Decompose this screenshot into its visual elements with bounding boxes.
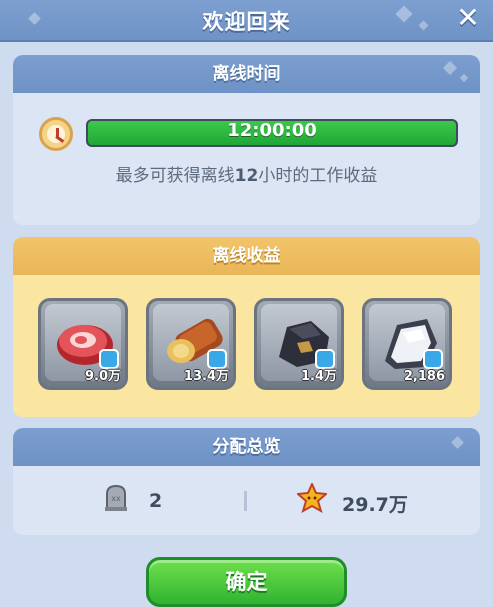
offline-income-title: 离线收益 — [212, 246, 281, 266]
resource-tile-stone[interactable]: 2,186 — [362, 298, 452, 390]
note-hours: 12 — [234, 166, 259, 186]
note-suffix: 小时的工作收益 — [258, 166, 378, 186]
resource-tile-coal[interactable]: 1.4万 — [254, 298, 344, 390]
note-prefix: 最多可获得离线 — [115, 166, 235, 186]
clock-hand — [55, 135, 65, 143]
shield-badge-icon — [423, 349, 443, 369]
offline-progress-bar: 12:00:00 — [86, 119, 458, 147]
tombstone-count: 2 — [149, 490, 163, 512]
svg-text:xx: xx — [111, 494, 121, 503]
panel-decoration — [451, 436, 464, 449]
offline-note: 最多可获得离线12小时的工作收益 — [13, 161, 480, 186]
star-value: 29.7万 — [342, 494, 408, 516]
allocation-title: 分配总览 — [212, 437, 281, 457]
tombstone-icon: xx — [105, 484, 127, 511]
clock-icon — [39, 117, 73, 151]
allocation-panel: 分配总览 xx 2 29.7万 — [13, 428, 480, 535]
star-icon — [297, 483, 327, 513]
offline-time-title: 离线时间 — [212, 64, 281, 84]
resource-amount: 1.4万 — [300, 369, 337, 384]
header-bar: 欢迎回来 ✕ — [0, 0, 493, 42]
page-title: 欢迎回来 — [202, 10, 291, 34]
resource-tile-meat[interactable]: 9.0万 — [38, 298, 128, 390]
panel-decoration — [459, 73, 469, 83]
panel-decoration — [442, 60, 458, 76]
offline-time-header: 离线时间 — [13, 55, 480, 93]
offline-income-header: 离线收益 — [13, 237, 480, 275]
offline-timer: 12:00:00 — [227, 120, 317, 141]
resource-amount: 13.4万 — [183, 369, 229, 384]
divider — [244, 491, 247, 511]
close-icon: ✕ — [456, 1, 480, 34]
offline-income-panel: 离线收益 9.0万 13.4万 1.4万 2,186 — [13, 237, 480, 417]
close-button[interactable]: ✕ — [453, 3, 483, 33]
resource-amount: 2,186 — [403, 369, 445, 384]
offline-time-panel: 离线时间 12:00:00 最多可获得离线12小时的工作收益 — [13, 55, 480, 225]
resource-tile-wood[interactable]: 13.4万 — [146, 298, 236, 390]
confirm-label: 确定 — [225, 570, 268, 594]
resource-amount: 9.0万 — [84, 369, 121, 384]
allocation-header: 分配总览 — [13, 428, 480, 466]
